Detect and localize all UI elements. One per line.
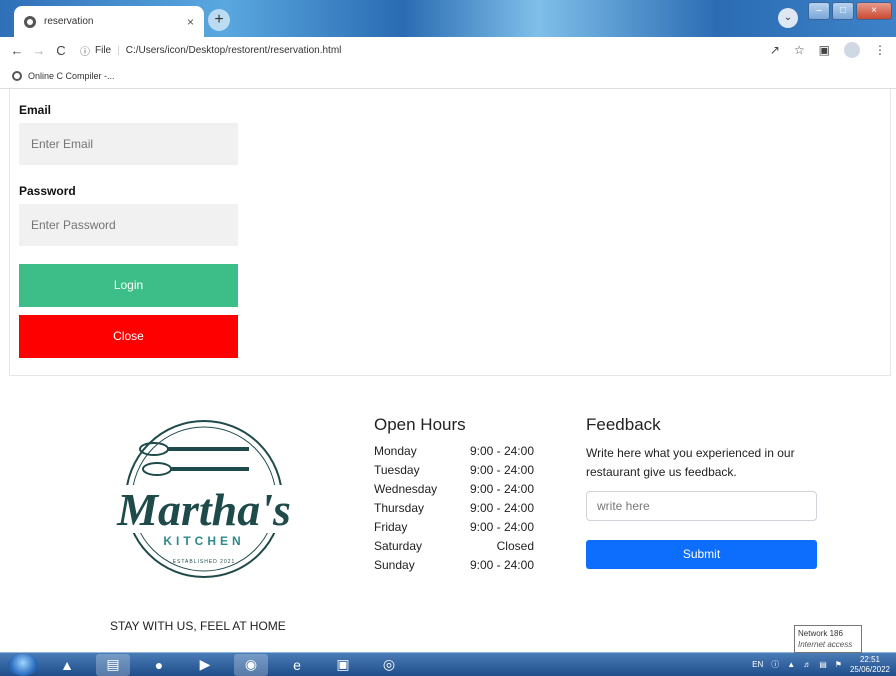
feedback-text: Write here what you experienced in our r… bbox=[586, 446, 795, 479]
password-label: Password bbox=[19, 184, 76, 198]
marthas-kitchen-logo: Martha's KITCHEN ESTABLISHED 2021 bbox=[99, 420, 309, 578]
hours-row: Saturday Closed bbox=[374, 539, 534, 558]
hours-row: Sunday 9:00 - 24:00 bbox=[374, 558, 534, 577]
reload-icon[interactable]: C bbox=[50, 43, 72, 58]
back-arrow-icon[interactable]: ← bbox=[6, 43, 28, 58]
hours-time: 9:00 - 24:00 bbox=[469, 501, 534, 515]
login-button[interactable]: Login bbox=[19, 264, 238, 307]
internet-explorer-icon[interactable]: e bbox=[280, 654, 314, 676]
taskbar: ▲ ▤ ● ▶ ◉ e ▣ ◎ EN ⓘ ▲ ♬ ▤ ⚑ 22:51 25/06… bbox=[0, 652, 896, 676]
new-tab-button[interactable]: + bbox=[208, 9, 230, 31]
globe-icon bbox=[12, 70, 22, 81]
url-separator: | bbox=[117, 44, 120, 56]
url-field[interactable]: ⓘ File | C:/Users/icon/Desktop/restorent… bbox=[80, 39, 770, 61]
hours-row: Wednesday 9:00 - 24:00 bbox=[374, 482, 534, 501]
maximize-button[interactable]: □ bbox=[832, 2, 854, 20]
address-bar-actions: ↗ ☆ ▣ ⋮ bbox=[770, 42, 886, 58]
submit-button[interactable]: Submit bbox=[586, 540, 817, 569]
side-panel-icon[interactable]: ▣ bbox=[819, 43, 830, 57]
hours-day: Saturday bbox=[374, 539, 423, 553]
hours-row: Monday 9:00 - 24:00 bbox=[374, 444, 534, 463]
globe-icon bbox=[24, 15, 36, 28]
hours-time: 9:00 - 24:00 bbox=[469, 482, 534, 496]
photoshop-icon[interactable]: ▣ bbox=[326, 654, 360, 676]
volume-icon[interactable]: ♬ bbox=[803, 660, 811, 669]
profile-avatar[interactable] bbox=[844, 42, 860, 58]
system-tray: EN ⓘ ▲ ♬ ▤ ⚑ 22:51 25/06/2022 bbox=[752, 655, 896, 675]
clock-time: 22:51 bbox=[859, 654, 880, 664]
clock-date: 25/06/2022 bbox=[849, 664, 890, 674]
email-input[interactable] bbox=[19, 123, 238, 165]
logo-subtitle: KITCHEN bbox=[163, 534, 244, 548]
hours-day: Wednesday bbox=[374, 482, 438, 496]
url-path: C:/Users/icon/Desktop/restorent/reservat… bbox=[125, 44, 342, 56]
feedback-input[interactable]: write here bbox=[586, 491, 817, 521]
network-tooltip-name: Network 186 bbox=[798, 629, 843, 638]
media-player-icon[interactable]: ▶ bbox=[188, 654, 222, 676]
hours-day: Friday bbox=[374, 520, 408, 534]
tab-search-chevron-icon[interactable]: ⌄ bbox=[778, 8, 798, 28]
app-icon[interactable]: ◎ bbox=[372, 654, 406, 676]
bookmarks-bar: Online C Compiler -... bbox=[0, 63, 896, 89]
show-hidden-icons-icon[interactable]: ▲ bbox=[787, 660, 795, 669]
password-input[interactable] bbox=[19, 204, 238, 246]
hours-row: Tuesday 9:00 - 24:00 bbox=[374, 463, 534, 482]
network-tooltip: Network 186 Internet access bbox=[794, 625, 862, 653]
forward-arrow-icon[interactable]: → bbox=[28, 43, 50, 58]
window-controls: ⌄ – □ × bbox=[778, 2, 892, 28]
tab-title: reservation bbox=[44, 16, 94, 27]
flag-icon[interactable]: ⚑ bbox=[835, 660, 842, 669]
hours-day: Sunday bbox=[374, 558, 415, 572]
browser-tab[interactable]: reservation × bbox=[14, 6, 204, 37]
close-button[interactable]: Close bbox=[19, 315, 238, 358]
browser-tab-bar: reservation × + ⌄ – □ × bbox=[0, 0, 896, 37]
hours-time: 9:00 - 24:00 bbox=[469, 520, 534, 534]
bookmark-star-icon[interactable]: ☆ bbox=[794, 43, 805, 57]
minimize-button[interactable]: – bbox=[808, 2, 830, 20]
open-hours-title: Open Hours bbox=[374, 415, 466, 434]
firefox-icon[interactable]: ● bbox=[142, 654, 176, 676]
address-bar: ← → C ⓘ File | C:/Users/icon/Desktop/res… bbox=[0, 37, 896, 63]
network-tooltip-status: Internet access bbox=[798, 640, 853, 649]
tagline: STAY WITH US, FEEL AT HOME bbox=[110, 619, 286, 633]
logo-established: ESTABLISHED 2021 bbox=[173, 559, 236, 565]
help-icon[interactable]: ⓘ bbox=[771, 659, 779, 670]
open-hours-section: Open Hours Monday 9:00 - 24:00 Tuesday 9:0… bbox=[374, 415, 534, 577]
hours-time: 9:00 - 24:00 bbox=[469, 558, 534, 572]
chrome-icon[interactable]: ◉ bbox=[234, 653, 268, 676]
window-close-button[interactable]: × bbox=[856, 2, 892, 20]
hours-day: Tuesday bbox=[374, 463, 420, 477]
page-viewport: ​ Email Password Login Close Martha's KI… bbox=[0, 89, 896, 652]
hours-row: Thursday 9:00 - 24:00 bbox=[374, 501, 534, 520]
feedback-title: Feedback bbox=[586, 415, 661, 434]
url-scheme: File bbox=[95, 44, 112, 56]
share-icon[interactable]: ↗ bbox=[770, 43, 780, 57]
hours-day: Thursday bbox=[374, 501, 425, 515]
hours-time: 9:00 - 24:00 bbox=[469, 444, 534, 458]
bookmark-online-c-compiler[interactable]: Online C Compiler -... bbox=[28, 71, 115, 81]
start-button[interactable] bbox=[8, 653, 38, 676]
language-indicator[interactable]: EN bbox=[752, 660, 763, 669]
hours-day: Monday bbox=[374, 444, 417, 458]
network-icon[interactable]: ▤ bbox=[819, 660, 827, 669]
logo-title: Martha's bbox=[116, 484, 291, 535]
clock[interactable]: 22:51 25/06/2022 bbox=[850, 655, 890, 675]
hours-time: Closed bbox=[496, 539, 534, 553]
feedback-section: Feedback Write here what you experienced… bbox=[586, 415, 821, 482]
hours-time: 9:00 - 24:00 bbox=[469, 463, 534, 477]
info-icon[interactable]: ⓘ bbox=[80, 43, 90, 58]
file-explorer-icon[interactable]: ▤ bbox=[96, 653, 130, 676]
hours-row: Friday 9:00 - 24:00 bbox=[374, 520, 534, 539]
vlc-icon[interactable]: ▲ bbox=[50, 654, 84, 676]
email-label: Email bbox=[19, 103, 52, 117]
close-tab-icon[interactable]: × bbox=[187, 15, 194, 29]
menu-dots-icon[interactable]: ⋮ bbox=[874, 43, 886, 57]
